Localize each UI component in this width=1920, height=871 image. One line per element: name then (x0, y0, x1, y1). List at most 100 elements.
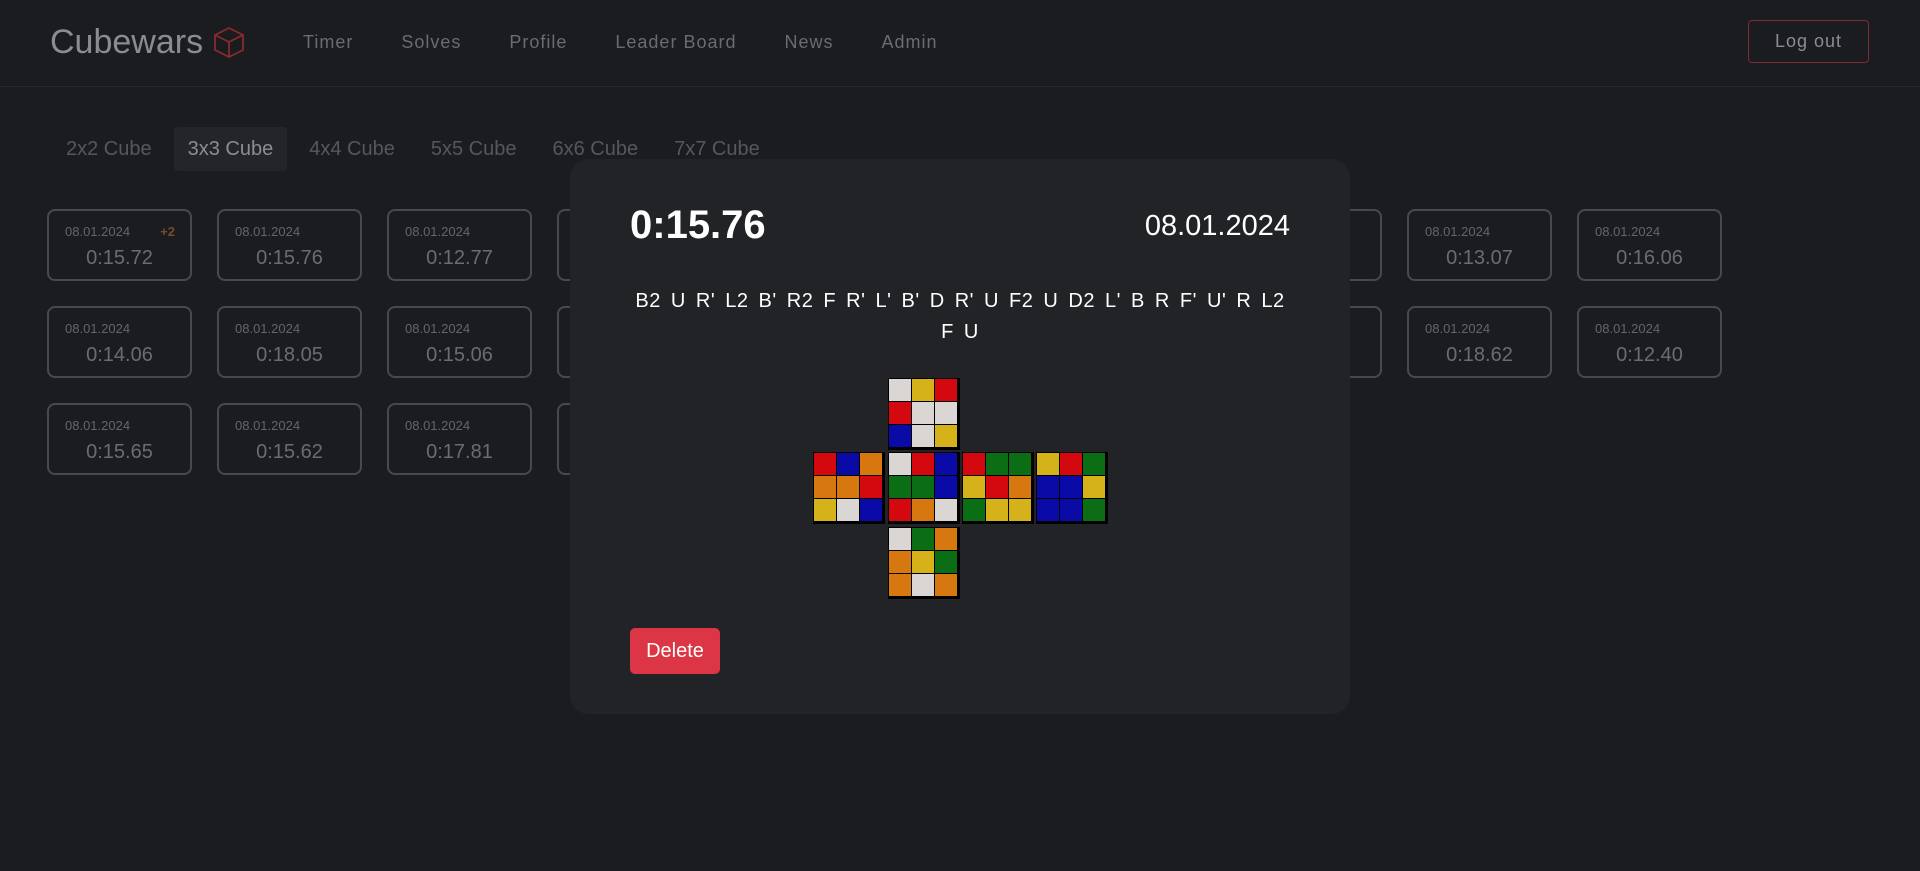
tab-3x3[interactable]: 3x3 Cube (173, 127, 288, 171)
brand-logo[interactable]: Cubewars (50, 20, 246, 64)
solve-card[interactable]: 08.01.2024 0:15.76 (217, 209, 362, 281)
cube-sticker (889, 379, 911, 401)
cube-face-right (962, 452, 1034, 524)
cube-sticker (912, 574, 934, 596)
cube-sticker (935, 379, 957, 401)
solve-date: 08.01.2024 (235, 418, 301, 433)
nav-solves[interactable]: Solves (401, 32, 461, 53)
solve-card[interactable]: 08.01.2024 0:13.07 (1407, 209, 1552, 281)
solve-time: 0:15.72 (86, 247, 153, 269)
solve-card[interactable]: 08.01.2024 0:12.40 (1577, 306, 1722, 378)
solve-time: 0:15.62 (256, 441, 323, 463)
cube-sticker (963, 453, 985, 475)
solve-date: 08.01.2024 (405, 321, 471, 336)
solve-time: 0:18.62 (1446, 344, 1513, 366)
cube-sticker (935, 499, 957, 521)
solve-card[interactable]: 08.01.2024 0:12.77 (387, 209, 532, 281)
cube-sticker (935, 425, 957, 447)
cube-sticker (1083, 453, 1105, 475)
tab-2x2[interactable]: 2x2 Cube (52, 127, 166, 171)
cube-sticker (889, 499, 911, 521)
cube-sticker (889, 528, 911, 550)
solve-date: 08.01.2024 (1595, 321, 1661, 336)
solve-time: 0:13.07 (1446, 247, 1513, 269)
solve-card[interactable]: 08.01.2024 0:15.65 (47, 403, 192, 475)
cube-sticker (986, 476, 1008, 498)
solve-date-large: 08.01.2024 (1144, 210, 1290, 242)
cube-sticker (1060, 453, 1082, 475)
cube-face-up (888, 378, 960, 450)
nav-profile[interactable]: Profile (509, 32, 567, 53)
scramble-text: B2 U R' L2 B' R2 F R' L' B' D R' U F2 U … (635, 290, 1285, 343)
cube-sticker (814, 499, 836, 521)
cube-sticker (986, 453, 1008, 475)
cube-sticker (1009, 476, 1031, 498)
cube-sticker (889, 551, 911, 573)
cube-sticker (860, 476, 882, 498)
tab-5x5[interactable]: 5x5 Cube (417, 127, 531, 171)
cube-sticker (1083, 476, 1105, 498)
cube-sticker (889, 574, 911, 596)
cube-sticker (935, 574, 957, 596)
delete-button[interactable]: Delete (630, 628, 720, 674)
solve-date: 08.01.2024 (1425, 321, 1491, 336)
solve-date: 08.01.2024 (405, 418, 471, 433)
cube-face-front (888, 452, 960, 524)
cube-sticker (963, 476, 985, 498)
solve-time: 0:15.06 (426, 344, 493, 366)
cube-sticker (889, 476, 911, 498)
nav-timer[interactable]: Timer (303, 32, 353, 53)
solve-date: 08.01.2024 (235, 321, 301, 336)
cube-sticker (860, 453, 882, 475)
solve-card[interactable]: 08.01.2024 +2 0:15.72 (47, 209, 192, 281)
cube-sticker (889, 453, 911, 475)
cube-sticker (1060, 476, 1082, 498)
cube-sticker (837, 453, 859, 475)
cube-sticker (986, 499, 1008, 521)
solve-card[interactable]: 08.01.2024 0:17.81 (387, 403, 532, 475)
solve-time: 0:12.40 (1616, 344, 1683, 366)
cube-sticker (1037, 476, 1059, 498)
nav-news[interactable]: News (784, 32, 833, 53)
solve-card[interactable]: 08.01.2024 0:15.06 (387, 306, 532, 378)
nav-leader-board[interactable]: Leader Board (615, 32, 736, 53)
cube-sticker (837, 499, 859, 521)
solve-date: 08.01.2024 (65, 321, 131, 336)
penalty-badge: +2 (160, 224, 175, 239)
cube-sticker (912, 453, 934, 475)
solve-date: 08.01.2024 (1425, 224, 1491, 239)
solve-date: 08.01.2024 (1595, 224, 1661, 239)
solve-time: 0:17.81 (426, 441, 493, 463)
cube-sticker (1009, 453, 1031, 475)
cube-sticker (935, 476, 957, 498)
cube-sticker (912, 425, 934, 447)
solve-time: 0:12.77 (426, 247, 493, 269)
solve-card[interactable]: 08.01.2024 0:18.05 (217, 306, 362, 378)
solve-time: 0:16.06 (1616, 247, 1683, 269)
solve-time-large: 0:15.76 (630, 203, 766, 247)
main-nav: Timer Solves Profile Leader Board News A… (303, 0, 986, 84)
cube-sticker (1060, 499, 1082, 521)
solve-card[interactable]: 08.01.2024 0:15.62 (217, 403, 362, 475)
cube-sticker (935, 551, 957, 573)
solve-date: 08.01.2024 (65, 418, 131, 433)
cube-sticker (1009, 499, 1031, 521)
cube-icon (214, 27, 244, 58)
tab-4x4[interactable]: 4x4 Cube (295, 127, 409, 171)
solve-time: 0:18.05 (256, 344, 323, 366)
solve-card[interactable]: 08.01.2024 0:14.06 (47, 306, 192, 378)
logout-button[interactable]: Log out (1748, 20, 1869, 63)
cube-sticker (1037, 453, 1059, 475)
solve-card[interactable]: 08.01.2024 0:16.06 (1577, 209, 1722, 281)
cube-sticker (814, 453, 836, 475)
solve-time: 0:15.65 (86, 441, 153, 463)
brand-name: Cubewars (50, 23, 204, 61)
nav-admin[interactable]: Admin (882, 32, 938, 53)
cube-sticker (1037, 499, 1059, 521)
cube-face-left (813, 452, 885, 524)
solve-time: 0:14.06 (86, 344, 153, 366)
cube-face-back (1036, 452, 1108, 524)
top-navbar: Cubewars Timer Solves Profile Leader Boa… (0, 0, 1920, 87)
solve-card[interactable]: 08.01.2024 0:18.62 (1407, 306, 1552, 378)
cube-sticker (912, 499, 934, 521)
